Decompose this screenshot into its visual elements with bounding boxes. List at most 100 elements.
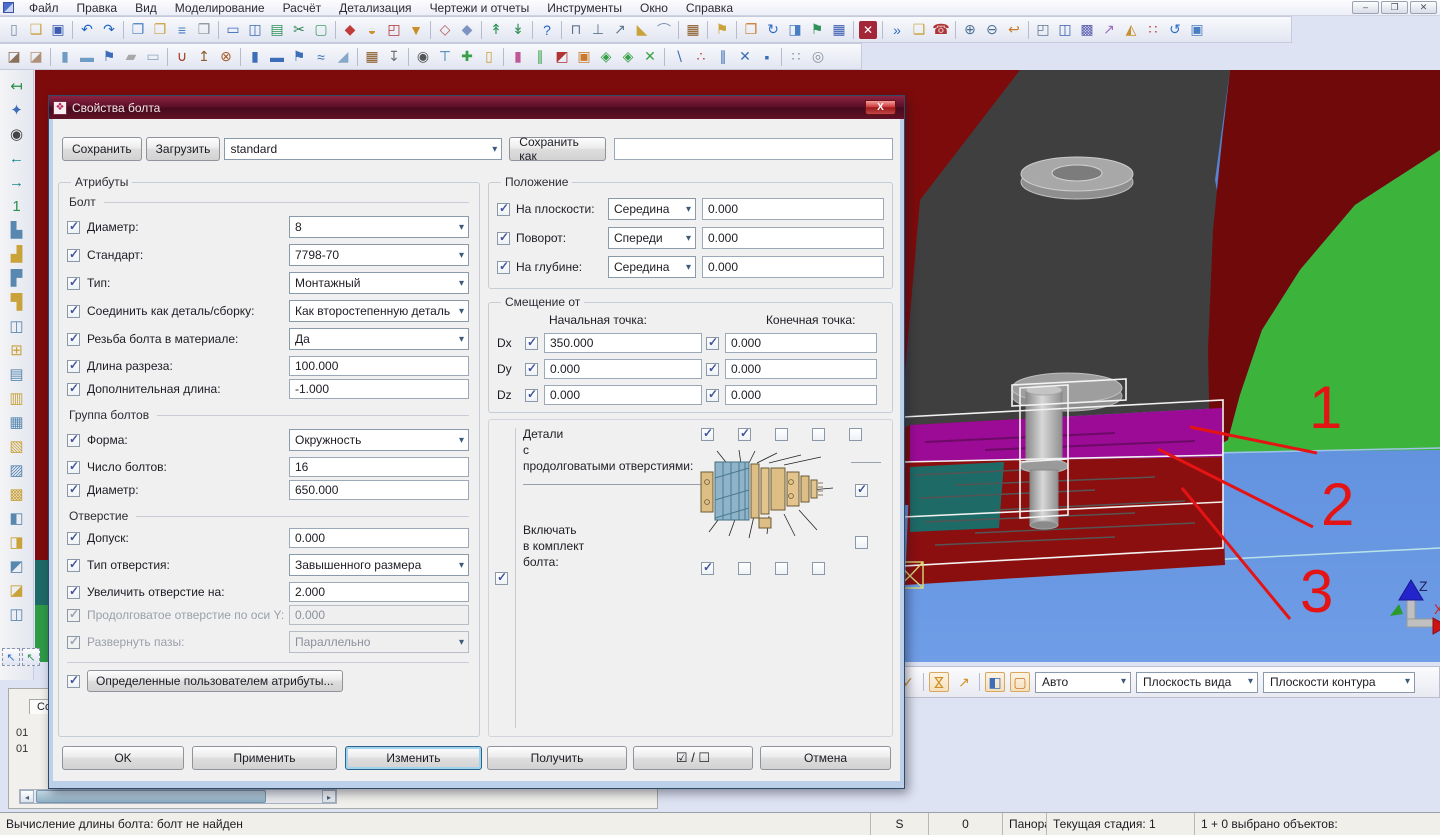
horizontal-scrollbar[interactable]: ◂ ▸: [19, 789, 337, 804]
clash-icon[interactable]: ⊤: [434, 46, 456, 67]
bolt-type-select[interactable]: Монтажный: [289, 272, 469, 294]
dot-icon[interactable]: ▪: [756, 46, 778, 67]
column-icon[interactable]: ▮: [54, 46, 76, 67]
toolbar-icon[interactable]: [678, 21, 679, 39]
dz-start-input[interactable]: 0.000: [544, 385, 702, 405]
toolbar-icon[interactable]: [882, 21, 883, 39]
menu-item[interactable]: Расчёт: [274, 0, 331, 16]
flag-icon[interactable]: ⚑: [806, 19, 828, 40]
checkbox[interactable]: [67, 249, 80, 262]
tekla-brand-icon[interactable]: ✕: [859, 21, 877, 39]
toolbar-icon[interactable]: [853, 21, 854, 39]
get-button[interactable]: Получить: [487, 746, 627, 770]
open-model-icon[interactable]: ❑: [908, 19, 930, 40]
on-plane-select[interactable]: Середина: [608, 198, 696, 220]
right-part-checkbox[interactable]: [855, 536, 868, 549]
checkbox[interactable]: [67, 586, 80, 599]
toolbar-icon[interactable]: [430, 21, 431, 39]
orange-panel-icon[interactable]: ▣: [573, 46, 595, 67]
line1-icon[interactable]: ∖: [668, 46, 690, 67]
bolt-count-input[interactable]: 16: [289, 457, 469, 477]
connection-icon[interactable]: ◫: [5, 602, 29, 626]
undo-icon[interactable]: ↶: [76, 19, 98, 40]
dy-start-input[interactable]: 0.000: [544, 359, 702, 379]
at-depth-input[interactable]: 0.000: [702, 256, 884, 278]
slotted-part-checkbox[interactable]: [775, 428, 788, 441]
concrete-beam-icon[interactable]: ▬: [266, 46, 288, 67]
component3-icon[interactable]: ◈: [617, 46, 639, 67]
cut-icon[interactable]: ✂: [288, 19, 310, 40]
checkbox[interactable]: [67, 461, 80, 474]
triangle-icon[interactable]: ◣: [631, 19, 653, 40]
dx-start-input[interactable]: 350.000: [544, 333, 702, 353]
connection-icon[interactable]: ◨: [5, 530, 29, 554]
slotted-part-checkbox[interactable]: [701, 428, 714, 441]
toolbar-icon[interactable]: [50, 48, 51, 66]
check-icon[interactable]: ∷: [1142, 19, 1164, 40]
snap-plane-icon[interactable]: ◧: [985, 672, 1005, 692]
minimize-icon[interactable]: ‒: [1352, 1, 1379, 14]
copy-icon[interactable]: ❐: [127, 19, 149, 40]
checkbox[interactable]: [67, 532, 80, 545]
scroll-left-icon[interactable]: ◂: [20, 790, 34, 803]
contact-icon[interactable]: ☎: [930, 19, 952, 40]
split-view-icon[interactable]: ◫: [244, 19, 266, 40]
on-plane-input[interactable]: 0.000: [702, 198, 884, 220]
menu-item[interactable]: Моделирование: [166, 0, 274, 16]
dx-end-input[interactable]: 0.000: [725, 333, 877, 353]
slab-icon[interactable]: ▰: [120, 46, 142, 67]
perp-icon[interactable]: ⊥: [587, 19, 609, 40]
checkbox[interactable]: [67, 434, 80, 447]
checkbox[interactable]: [67, 484, 80, 497]
user-attributes-button[interactable]: Определенные пользователем атрибуты...: [87, 670, 343, 692]
find-icon[interactable]: ◉: [412, 46, 434, 67]
checkbox[interactable]: [67, 383, 80, 396]
copy-props-icon[interactable]: ≡: [171, 19, 193, 40]
beam-icon[interactable]: ▬: [76, 46, 98, 67]
zoom-in-icon[interactable]: ⊕: [959, 19, 981, 40]
connection-icon[interactable]: ▥: [5, 386, 29, 410]
menu-item[interactable]: Детализация: [330, 0, 420, 16]
eraser2-icon[interactable]: ◪: [25, 46, 47, 67]
hand-icon[interactable]: ↥: [193, 46, 215, 67]
rotate-icon[interactable]: ↻: [762, 19, 784, 40]
zoom-prev-icon[interactable]: ↩: [1003, 19, 1025, 40]
load-button[interactable]: Загрузить: [146, 137, 221, 161]
panel-icon[interactable]: ▭: [142, 46, 164, 67]
toolbar-icon[interactable]: [357, 48, 358, 66]
toolbar-icon[interactable]: [481, 21, 482, 39]
hourglass-icon[interactable]: ⋈: [929, 672, 949, 692]
circle0-icon[interactable]: ◎: [807, 46, 829, 67]
extra-length-input[interactable]: -1.000: [289, 379, 469, 399]
checkbox[interactable]: [67, 360, 80, 373]
zoom-out-icon[interactable]: ⊖: [981, 19, 1003, 40]
toolbar-icon[interactable]: [736, 21, 737, 39]
points-icon[interactable]: ∴: [690, 46, 712, 67]
dialog-title-bar[interactable]: ❖ Свойства болта X: [49, 96, 904, 119]
parallel-icon[interactable]: ∥: [712, 46, 734, 67]
eraser-icon[interactable]: ◪: [3, 46, 25, 67]
diag-bolt-icon[interactable]: ∥: [529, 46, 551, 67]
filter-icon[interactable]: ▼: [405, 19, 427, 40]
binoculars-icon[interactable]: ◉: [5, 122, 29, 146]
menu-item[interactable]: Вид: [126, 0, 166, 16]
snap-icon[interactable]: ✚: [456, 46, 478, 67]
toolbar-icon[interactable]: [335, 21, 336, 39]
plumb-icon[interactable]: ↧: [383, 46, 405, 67]
toolbar-icon[interactable]: [408, 48, 409, 66]
checkbox[interactable]: [525, 363, 538, 376]
shape-select[interactable]: Окружность: [289, 429, 469, 451]
menu-item[interactable]: Справка: [677, 0, 742, 16]
dots2-icon[interactable]: ∷: [785, 46, 807, 67]
checkbox[interactable]: [706, 389, 719, 402]
menu-item[interactable]: Чертежи и отчеты: [421, 0, 539, 16]
new-view-icon[interactable]: ▭: [222, 19, 244, 40]
connection-icon[interactable]: ⊞: [5, 338, 29, 362]
tolerance-input[interactable]: 0.000: [289, 528, 469, 548]
toolbar-icon[interactable]: [955, 21, 956, 39]
toolbar-icon[interactable]: [72, 21, 73, 39]
select-cursor-icon[interactable]: ↖: [2, 648, 20, 666]
connection-icon[interactable]: ◧: [5, 506, 29, 530]
plate-icon[interactable]: ⚑: [98, 46, 120, 67]
fly-icon[interactable]: ↗: [1098, 19, 1120, 40]
